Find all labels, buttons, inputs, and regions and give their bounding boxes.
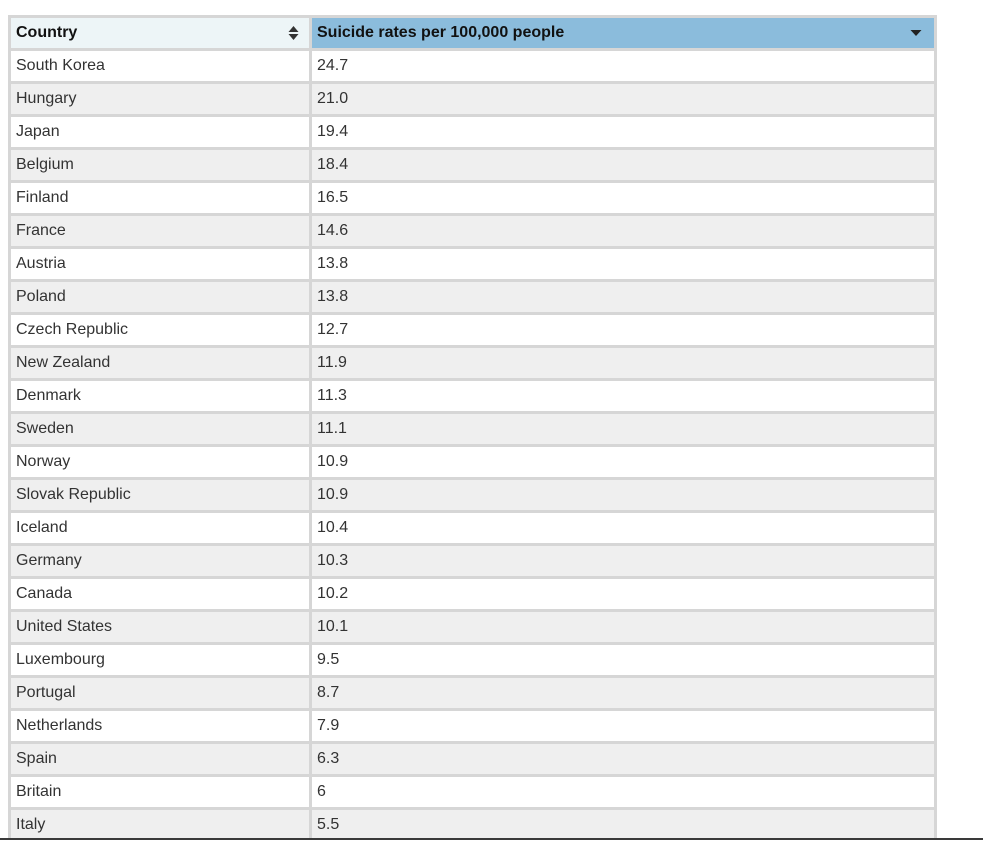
cell-rate: 10.9 <box>312 480 934 510</box>
table-row: Belgium 18.4 <box>11 150 934 180</box>
cell-rate: 8.7 <box>312 678 934 708</box>
table-row: Hungary 21.0 <box>11 84 934 114</box>
cell-rate: 24.7 <box>312 51 934 81</box>
sort-descending-icon[interactable] <box>910 29 922 37</box>
cell-rate: 11.9 <box>312 348 934 378</box>
cell-country: Canada <box>11 579 309 609</box>
cell-country: Poland <box>11 282 309 312</box>
table-row: Portugal 8.7 <box>11 678 934 708</box>
table-row: Canada 10.2 <box>11 579 934 609</box>
cell-country: Italy <box>11 810 309 840</box>
table-row: Germany 10.3 <box>11 546 934 576</box>
cell-country: Hungary <box>11 84 309 114</box>
header-country[interactable]: Country <box>11 18 309 48</box>
cell-rate: 10.4 <box>312 513 934 543</box>
table-row: South Korea 24.7 <box>11 51 934 81</box>
cell-country: Iceland <box>11 513 309 543</box>
cell-country: Belgium <box>11 150 309 180</box>
cell-country: Portugal <box>11 678 309 708</box>
cell-country: United States <box>11 612 309 642</box>
cell-rate: 13.8 <box>312 282 934 312</box>
table-row: Britain 6 <box>11 777 934 807</box>
cell-rate: 12.7 <box>312 315 934 345</box>
cell-rate: 5.5 <box>312 810 934 840</box>
cell-rate: 11.1 <box>312 414 934 444</box>
table-row: Spain 6.3 <box>11 744 934 774</box>
cell-rate: 6 <box>312 777 934 807</box>
cell-rate: 10.9 <box>312 447 934 477</box>
table-row: United States 10.1 <box>11 612 934 642</box>
cell-rate: 10.2 <box>312 579 934 609</box>
cell-rate: 14.6 <box>312 216 934 246</box>
cell-country: New Zealand <box>11 348 309 378</box>
table-row: France 14.6 <box>11 216 934 246</box>
cell-rate: 13.8 <box>312 249 934 279</box>
cell-country: Austria <box>11 249 309 279</box>
table-row: Czech Republic 12.7 <box>11 315 934 345</box>
cell-country: Spain <box>11 744 309 774</box>
table-body: South Korea 24.7 Hungary 21.0 Japan 19.4 Belgi… <box>11 51 934 840</box>
table-row: Netherlands 7.9 <box>11 711 934 741</box>
table-row: Iceland 10.4 <box>11 513 934 543</box>
cell-rate: 10.3 <box>312 546 934 576</box>
cell-country: Norway <box>11 447 309 477</box>
header-rate[interactable]: Suicide rates per 100,000 people <box>312 18 934 48</box>
cell-rate: 6.3 <box>312 744 934 774</box>
table-row: Denmark 11.3 <box>11 381 934 411</box>
table-row: Slovak Republic 10.9 <box>11 480 934 510</box>
cell-rate: 19.4 <box>312 117 934 147</box>
table-row: Austria 13.8 <box>11 249 934 279</box>
table-row: Poland 13.8 <box>11 282 934 312</box>
header-rate-label: Suicide rates per 100,000 people <box>317 24 565 41</box>
cell-country: Slovak Republic <box>11 480 309 510</box>
cell-rate: 18.4 <box>312 150 934 180</box>
table-row: Italy 5.5 <box>11 810 934 840</box>
cell-country: Britain <box>11 777 309 807</box>
cell-rate: 21.0 <box>312 84 934 114</box>
cell-country: South Korea <box>11 51 309 81</box>
cell-country: Denmark <box>11 381 309 411</box>
table-row: Norway 10.9 <box>11 447 934 477</box>
cell-country: Japan <box>11 117 309 147</box>
suicide-rates-table: Country Suicide rates per 100,000 people… <box>8 15 937 843</box>
cell-rate: 7.9 <box>312 711 934 741</box>
table-row: Sweden 11.1 <box>11 414 934 444</box>
table-row: New Zealand 11.9 <box>11 348 934 378</box>
cell-country: Sweden <box>11 414 309 444</box>
table-row: Japan 19.4 <box>11 117 934 147</box>
cell-rate: 11.3 <box>312 381 934 411</box>
data-table: Country Suicide rates per 100,000 people… <box>8 15 937 840</box>
cell-country: Czech Republic <box>11 315 309 345</box>
cell-country: Germany <box>11 546 309 576</box>
header-row: Country Suicide rates per 100,000 people <box>11 18 934 48</box>
cell-rate: 10.1 <box>312 612 934 642</box>
cell-rate: 9.5 <box>312 645 934 675</box>
cell-country: France <box>11 216 309 246</box>
header-country-label: Country <box>16 24 78 41</box>
cell-country: Luxembourg <box>11 645 309 675</box>
sort-both-icon[interactable] <box>288 25 299 41</box>
cell-country: Finland <box>11 183 309 213</box>
table-row: Finland 16.5 <box>11 183 934 213</box>
table-row: Luxembourg 9.5 <box>11 645 934 675</box>
cell-rate: 16.5 <box>312 183 934 213</box>
cell-country: Netherlands <box>11 711 309 741</box>
